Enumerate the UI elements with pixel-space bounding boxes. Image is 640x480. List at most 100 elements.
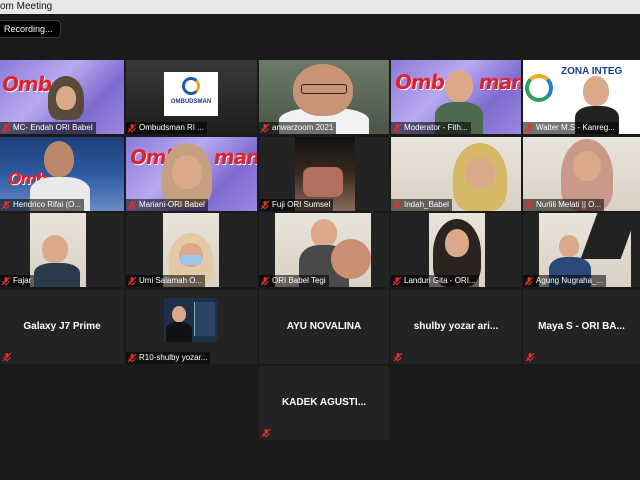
participant-nametag: anwarzoom 2021 [259,122,337,134]
participant-face [573,151,601,181]
participant-tile[interactable]: Fuji ORI Sumsel [259,137,389,211]
participant-name: AYU NOVALINA [286,321,362,332]
recording-label: Recording... [4,24,53,34]
participant-tile[interactable]: ORI Babel Tegi [259,213,389,287]
participant-name: Fajar [13,276,32,285]
participant-tile[interactable]: R10-shulby yozar... [126,290,257,364]
logo-mark-icon [182,77,200,95]
muted-mic-icon [524,123,534,133]
muted-mic-icon [392,123,402,133]
participant-nametag: Hendrico Rifai (O... [0,199,85,211]
logo-text: OMBUDSMAN [170,99,212,105]
participant-name: Umi Salamah O... [139,276,203,285]
participant-name: R10-shulby yozar... [139,353,208,362]
muted-mic-icon [1,123,11,133]
participant-name: Mariani-ORI Babel [139,200,205,209]
participant-name: Hendrico Rifai (O... [13,200,82,209]
face-mask [180,255,202,265]
ceiling-fan [580,213,631,259]
participant-glasses [301,84,347,94]
ombudsman-banner-text: man [212,145,257,169]
colorful-logo-icon [525,74,553,102]
participant-tile[interactable]: Landuri Gita - ORI... [391,213,521,287]
participant-name: shulby yozar ari... [413,321,499,332]
window-titlebar: om Meeting [0,0,640,14]
participant-figure [34,263,80,287]
participant-face [559,235,579,257]
participant-face [465,157,495,189]
participant-video [164,298,218,342]
participant-face [172,306,186,322]
participant-nametag: Agung Nugraha_... [523,275,607,287]
zona-integritas-text: ZONA INTEG [561,66,623,77]
participant-name: MC- Endah ORI Babel [13,123,93,132]
participant-nametag: Umi Salamah O... [126,275,206,287]
participant-tile[interactable]: Maya S - ORI BA... [523,290,640,364]
ombudsman-logo: OMBUDSMAN [164,72,218,116]
participant-tile[interactable]: Indah_Babel [391,137,521,211]
participant-face [172,155,202,189]
participant-tile[interactable]: Umi Salamah O... [126,213,257,287]
muted-mic-icon [392,200,402,210]
participant-tile[interactable]: Omb man Moderator - Fith... [391,60,521,134]
participant-tile[interactable]: Omb MC- Endah ORI Babel [0,60,124,134]
participant-face [56,86,76,110]
participant-face [44,141,74,177]
ombudsman-banner-text: Omb [393,70,446,94]
participant-name: Landuri Gita - ORI... [404,276,476,285]
participant-nametag: Ombudsman RI ... [126,122,207,134]
participant-face [311,219,337,247]
participant-nametag: Mariani-ORI Babel [126,199,208,211]
muted-mic-icon [127,353,137,363]
participant-face [42,235,68,263]
participant-nametag: Fajar [0,275,35,287]
participant-tile[interactable]: ZONA INTEG Walter M.S - Kanreg... [523,60,640,134]
participant-name: Nurlili Melati || O... [536,200,602,209]
muted-mic-icon [260,200,270,210]
participant-tile[interactable]: KADEK AGUSTI... [259,366,389,440]
participant-video [30,213,86,287]
participant-name: Indah_Babel [404,200,449,209]
participant-name: KADEK AGUSTI... [281,397,367,408]
muted-mic-icon [393,352,403,362]
participant-tile[interactable]: Agung Nugraha_... [523,213,640,287]
muted-mic-icon [127,276,137,286]
muted-mic-icon [261,428,271,438]
muted-mic-icon [1,276,11,286]
recording-indicator[interactable]: Recording... [0,20,61,38]
participant-nametag: MC- Endah ORI Babel [0,122,96,134]
participant-tile[interactable]: OMBUDSMAN Ombudsman RI ... [126,60,257,134]
muted-mic-icon [524,200,534,210]
participant-name: Galaxy J7 Prime [23,321,101,332]
participant-name: Agung Nugraha_... [536,276,604,285]
poster-panel [194,302,215,336]
participant-nametag: Indah_Babel [391,199,452,211]
muted-mic-icon [1,200,11,210]
participant-tile[interactable]: anwarzoom 2021 [259,60,389,134]
participant-tile[interactable]: Fajar [0,213,124,287]
participant-nametag: R10-shulby yozar... [126,352,211,364]
participant-name: anwarzoom 2021 [272,123,334,132]
muted-mic-icon [127,123,137,133]
participant-name: ORI Babel Tegi [272,276,326,285]
participant-nametag: Landuri Gita - ORI... [391,275,479,287]
participant-hand [331,239,371,279]
participant-name: Fuji ORI Sumsel [272,200,331,209]
participant-tile[interactable]: Omb Hendrico Rifai (O... [0,137,124,211]
participant-tile[interactable]: Nurlili Melati || O... [523,137,640,211]
participant-face [445,229,469,257]
participant-nametag: Walter M.S - Kanreg... [523,122,618,134]
participant-name: Moderator - Fith... [404,123,468,132]
participant-name: Ombudsman RI ... [139,123,204,132]
muted-mic-icon [2,352,12,362]
ombudsman-banner-text: Omb [0,72,53,96]
window-title: om Meeting [0,1,53,12]
participant-tile[interactable]: AYU NOVALINA [259,290,389,364]
participant-face [583,76,609,106]
participant-name: Walter M.S - Kanreg... [536,123,615,132]
participant-tile[interactable]: Omb man Mariani-ORI Babel [126,137,257,211]
participant-tile[interactable]: shulby yozar ari... [391,290,521,364]
muted-mic-icon [260,276,270,286]
participant-tile[interactable]: Galaxy J7 Prime [0,290,124,364]
participant-nametag: Moderator - Fith... [391,122,471,134]
